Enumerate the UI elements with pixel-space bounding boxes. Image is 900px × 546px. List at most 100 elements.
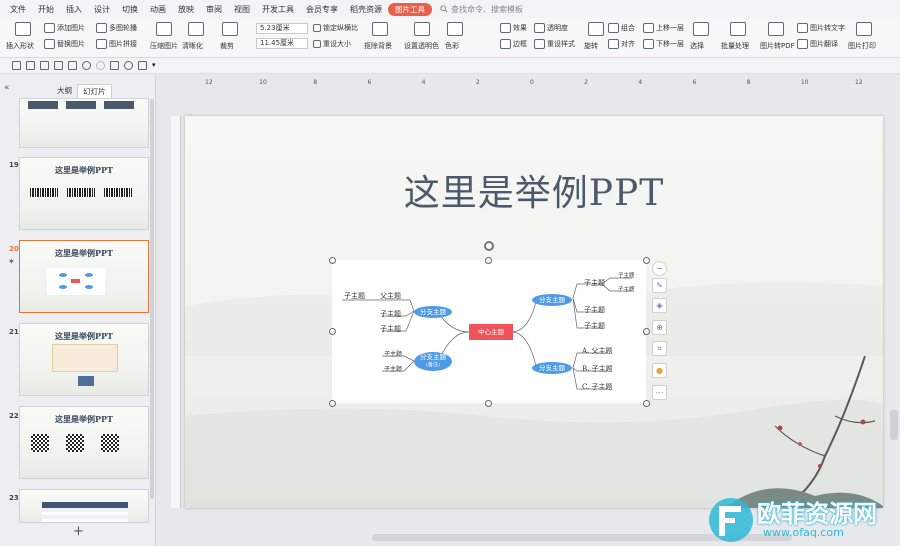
lock-ratio-checkbox[interactable]: 锁定纵横比: [313, 23, 358, 33]
replace-picture-button[interactable]: 替换图片: [44, 39, 85, 49]
bring-forward-button[interactable]: 上移一层: [643, 23, 684, 33]
slide-canvas[interactable]: 这里是举例PPT 中心主题 分支主题 分支主题 (备注) 分支主题 分支主题 子…: [185, 116, 883, 508]
preview-icon[interactable]: [54, 61, 63, 70]
rotate-button[interactable]: 旋转: [584, 41, 598, 51]
menu-dockers[interactable]: 稻壳资源: [344, 4, 388, 15]
tab-slides[interactable]: 幻灯片: [77, 84, 112, 99]
picture-icon[interactable]: [138, 61, 147, 70]
more-tools-icon[interactable]: ⋯: [652, 385, 667, 400]
collapse-tools-icon[interactable]: −: [652, 261, 667, 276]
resize-handle-e[interactable]: [643, 328, 650, 335]
resize-handle-sw[interactable]: [329, 400, 336, 407]
align-button[interactable]: 对齐: [608, 39, 635, 49]
menu-slideshow[interactable]: 放映: [172, 4, 200, 15]
reset-style-button[interactable]: 重设样式: [534, 39, 575, 49]
batch-button[interactable]: 批量处理: [721, 41, 749, 51]
format-painter-icon[interactable]: [68, 61, 77, 70]
pic-translate-button[interactable]: 图片翻译: [797, 39, 838, 49]
command-search[interactable]: 查找命令、搜索模板: [440, 4, 523, 15]
add-slide-button[interactable]: +: [73, 524, 84, 539]
slide-thumb-19[interactable]: 这里是举例PPT: [19, 157, 149, 230]
thumb-mindmap-node: [59, 285, 67, 289]
zoom-icon[interactable]: ⊕: [652, 320, 667, 335]
ruler-tick-label: 2: [475, 79, 480, 86]
select-button[interactable]: 选择: [690, 41, 704, 51]
bring-forward-icon: [643, 23, 654, 33]
mindmap-subtopic: 子主题: [618, 273, 635, 279]
picture-stitch-button[interactable]: 图片拼接: [96, 39, 137, 49]
layers-icon[interactable]: ◈: [652, 298, 667, 313]
mindmap-image[interactable]: 中心主题 分支主题 分支主题 (备注) 分支主题 分支主题 子主题 父主题 子主…: [332, 260, 646, 403]
slide-thumb-18[interactable]: [19, 98, 149, 148]
compress-picture-button[interactable]: 压缩图片: [150, 41, 178, 51]
group-button[interactable]: 组合: [608, 23, 635, 33]
lightbulb-icon[interactable]: ●: [652, 363, 667, 378]
batch-icon: [730, 22, 746, 36]
print-icon: [856, 22, 872, 36]
vertical-scrollbar[interactable]: [890, 410, 898, 440]
slide-title[interactable]: 这里是举例PPT: [185, 164, 883, 216]
crop-button[interactable]: 裁剪: [220, 41, 234, 51]
print-icon[interactable]: [40, 61, 49, 70]
reset-size-button[interactable]: 重设大小: [313, 39, 351, 49]
menu-animation[interactable]: 动画: [144, 4, 172, 15]
insert-shape-button[interactable]: 插入形状: [6, 41, 34, 51]
resize-handle-nw[interactable]: [329, 257, 336, 264]
clarity-button[interactable]: 清晰化: [182, 41, 203, 51]
play-icon[interactable]: [124, 61, 133, 70]
tab-outline[interactable]: 大纲: [52, 84, 77, 97]
menu-home[interactable]: 开始: [32, 4, 60, 15]
translate-icon: [797, 39, 808, 49]
pic-to-pdf-icon: [768, 22, 784, 36]
pic-to-text-button[interactable]: 图片转文字: [797, 23, 845, 33]
slide-thumb-20[interactable]: 这里是举例PPT: [19, 240, 149, 313]
remove-bg-button[interactable]: 抠除背景: [364, 41, 392, 51]
menu-design[interactable]: 设计: [88, 4, 116, 15]
add-picture-button[interactable]: 添加图片: [44, 23, 85, 33]
edit-icon[interactable]: ✎: [652, 278, 667, 293]
transparent-color-icon: [414, 22, 430, 36]
menu-view[interactable]: 视图: [228, 4, 256, 15]
multi-picture-button[interactable]: 多图轮播: [96, 23, 137, 33]
resize-handle-ne[interactable]: [643, 257, 650, 264]
slide-thumb-22[interactable]: 这里是举例PPT: [19, 406, 149, 479]
width-field[interactable]: 11.45厘米: [256, 38, 308, 49]
menu-transition[interactable]: 切换: [116, 4, 144, 15]
slideshow-icon[interactable]: [110, 61, 119, 70]
pic-to-pdf-button[interactable]: 图片转PDF: [760, 41, 795, 51]
pane-scrollbar[interactable]: [150, 99, 154, 499]
ribbon-toolbar: 插入形状 添加图片 替换图片 多图轮播 图片拼接 压缩图片 清晰化 裁剪 5.2…: [0, 18, 900, 58]
resize-handle-s[interactable]: [485, 400, 492, 407]
slide-thumb-21[interactable]: 这里是举例PPT: [19, 323, 149, 396]
set-transparent-button[interactable]: 设置透明色: [404, 41, 439, 51]
mindmap-subtopic: 子主题: [618, 287, 635, 293]
crop-tool-icon[interactable]: ⌗: [652, 341, 667, 356]
collapse-pane-icon[interactable]: «: [4, 83, 10, 93]
slide-thumb-23[interactable]: [19, 489, 149, 523]
pic-print-button[interactable]: 图片打印: [848, 41, 876, 51]
color-button[interactable]: 色彩: [445, 41, 459, 51]
menu-review[interactable]: 审阅: [200, 4, 228, 15]
send-backward-button[interactable]: 下移一层: [643, 39, 684, 49]
menu-picture-tools[interactable]: 图片工具: [388, 2, 432, 16]
transparency-button[interactable]: 透明度: [534, 23, 568, 33]
rotate-handle[interactable]: [484, 241, 494, 251]
height-field[interactable]: 5.23厘米: [256, 23, 308, 34]
menu-insert[interactable]: 插入: [60, 4, 88, 15]
menu-devtools[interactable]: 开发工具: [256, 4, 300, 15]
border-button[interactable]: 边框: [500, 39, 527, 49]
menu-member[interactable]: 会员专享: [300, 4, 344, 15]
thumb-box: [66, 101, 96, 109]
save-icon[interactable]: [12, 61, 21, 70]
resize-handle-w[interactable]: [329, 328, 336, 335]
undo-icon[interactable]: [82, 61, 91, 70]
quick-access-toolbar: ▾: [0, 58, 900, 74]
resize-handle-n[interactable]: [485, 257, 492, 264]
redo-icon[interactable]: [96, 61, 105, 70]
more-icon[interactable]: ▾: [152, 61, 161, 70]
resize-handle-se[interactable]: [643, 400, 650, 407]
pdf-icon[interactable]: [26, 61, 35, 70]
menu-file[interactable]: 文件: [0, 4, 32, 15]
effects-icon: [500, 23, 511, 33]
effects-button[interactable]: 效果: [500, 23, 527, 33]
